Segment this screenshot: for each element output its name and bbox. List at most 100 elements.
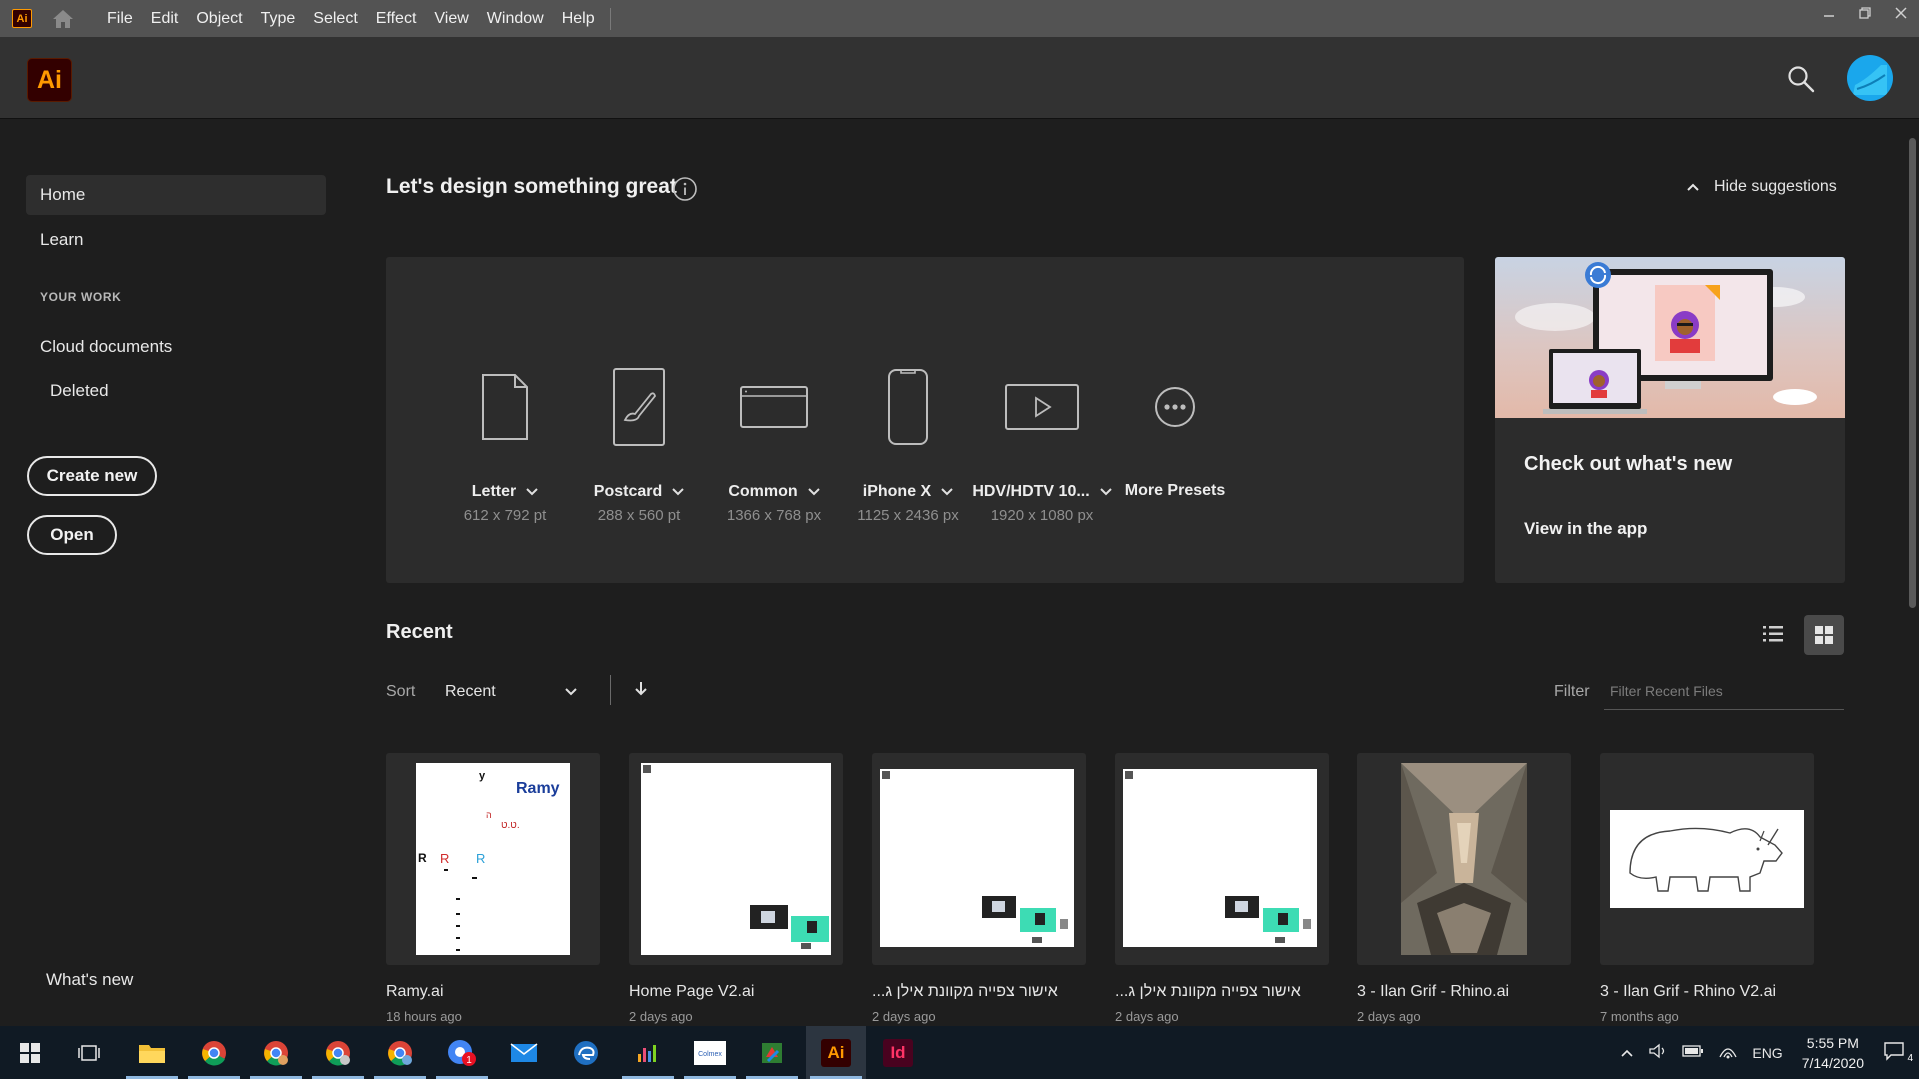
notification-center-icon[interactable]: 4 (1876, 1041, 1919, 1064)
info-icon[interactable] (672, 176, 698, 202)
preset-common[interactable]: Common 1366 x 768 px (699, 257, 849, 583)
menu-type[interactable]: Type (252, 0, 305, 37)
preset-postcard[interactable]: Postcard 288 x 560 pt (564, 257, 714, 583)
file-thumbnail (1357, 753, 1571, 965)
postcard-brush-icon (564, 357, 714, 457)
chevron-up-icon[interactable] (1613, 1045, 1641, 1061)
clock-time: 5:55 PM (1806, 1034, 1859, 1051)
file-date: 2 days ago (872, 1009, 936, 1024)
menu-object[interactable]: Object (187, 0, 251, 37)
clock-date: 7/14/2020 (1801, 1054, 1864, 1071)
menu-effect[interactable]: Effect (367, 0, 426, 37)
file-name: 3 - Ilan Grif - Rhino V2.ai (1600, 983, 1777, 1000)
sidebar-item-whats-new[interactable]: What's new (26, 960, 326, 1000)
sidebar-item-cloud-documents[interactable]: Cloud documents (26, 327, 326, 367)
illustrator-taskbar-icon[interactable]: Ai (806, 1026, 866, 1079)
preset-iphone-x[interactable]: iPhone X 1125 x 2436 px (833, 257, 983, 583)
file-date: 2 days ago (629, 1009, 693, 1024)
menu-view[interactable]: View (425, 0, 477, 37)
menu-edit[interactable]: Edit (142, 0, 188, 37)
chevron-down-icon[interactable] (807, 483, 820, 501)
whats-new-illustration (1495, 257, 1845, 418)
phone-icon (833, 357, 983, 457)
windows-start-icon[interactable] (0, 1026, 60, 1079)
menu-window[interactable]: Window (478, 0, 553, 37)
file-date: 18 hours ago (386, 1009, 462, 1024)
create-new-button[interactable]: Create new (27, 456, 157, 496)
sidebar-item-learn[interactable]: Learn (26, 220, 326, 260)
colmex-app-icon[interactable]: Colmex (680, 1026, 740, 1079)
list-view-icon[interactable] (1754, 615, 1792, 653)
preset-hdv-hdtv[interactable]: HDV/HDTV 10... 1920 x 1080 px (967, 257, 1117, 583)
filter-input[interactable] (1604, 672, 1844, 710)
preset-letter[interactable]: Letter 612 x 792 pt (430, 257, 580, 583)
grid-view-icon[interactable] (1804, 615, 1844, 655)
video-play-icon (967, 357, 1117, 457)
chevron-down-icon[interactable] (526, 483, 538, 501)
app-header: Ai (0, 37, 1919, 119)
file-thumbnail: y Ramy ה ט.ט. R R R (386, 753, 600, 965)
illustrator-logo: Ai (27, 58, 72, 102)
volume-icon[interactable] (1641, 1043, 1675, 1062)
sort-direction-icon[interactable] (631, 678, 651, 702)
svg-text:y: y (479, 770, 486, 782)
chrome-notification-icon[interactable]: 1 (432, 1026, 492, 1079)
system-clock[interactable]: 5:55 PM 7/14/2020 (1790, 1033, 1876, 1073)
chevron-down-icon[interactable] (672, 483, 684, 501)
chrome-profile-icon[interactable] (308, 1026, 368, 1079)
hide-suggestions-toggle[interactable]: Hide suggestions (1686, 178, 1837, 196)
open-button[interactable]: Open (27, 515, 117, 555)
sidebar: Home Learn YOUR WORK Cloud documents Del… (0, 120, 340, 1026)
task-view-icon[interactable] (60, 1026, 120, 1079)
file-thumbnail (1115, 753, 1329, 965)
chevron-up-icon (1687, 183, 1699, 191)
chevron-down-icon[interactable] (941, 483, 953, 501)
search-icon[interactable] (1786, 64, 1816, 94)
file-name: Ramy.ai (386, 983, 444, 1000)
whats-new-card[interactable]: Check out what's new View in the app (1495, 257, 1845, 583)
sort-divider (610, 675, 611, 705)
preset-size: 1920 x 1080 px (990, 507, 1094, 524)
file-explorer-icon[interactable] (122, 1026, 182, 1079)
sidebar-item-home[interactable]: Home (26, 175, 326, 215)
equalizer-app-icon[interactable] (618, 1026, 678, 1079)
language-indicator[interactable]: ENG (1745, 1045, 1789, 1061)
file-thumbnail (629, 753, 843, 965)
sidebar-item-deleted[interactable]: Deleted (26, 371, 326, 411)
sort-value: Recent (445, 683, 496, 700)
transfer-app-icon[interactable] (742, 1026, 802, 1079)
mail-icon[interactable] (494, 1026, 554, 1079)
indesign-taskbar-icon[interactable]: Id (868, 1026, 928, 1079)
menu-items: File Edit Object Type Select Effect View… (98, 0, 604, 37)
page-title: Let's design something great (386, 175, 677, 198)
edge-browser-icon[interactable] (556, 1026, 616, 1079)
menu-select[interactable]: Select (304, 0, 366, 37)
menu-file[interactable]: File (98, 0, 142, 37)
wifi-icon[interactable] (1711, 1043, 1745, 1062)
svg-text:R: R (440, 851, 449, 866)
restore-icon[interactable] (1847, 0, 1883, 26)
avatar[interactable] (1847, 55, 1893, 101)
file-thumbnail (872, 753, 1086, 965)
minimize-icon[interactable] (1811, 0, 1847, 26)
file-name: ...אישור צפייה מקוונת אילן ג (872, 983, 1058, 1000)
indesign-taskbar-label: Id (883, 1038, 913, 1067)
menu-help[interactable]: Help (553, 0, 604, 37)
battery-icon[interactable] (1675, 1044, 1711, 1061)
preset-size: 288 x 560 pt (597, 507, 681, 524)
preset-more[interactable]: More Presets (1100, 257, 1250, 583)
file-name: Home Page V2.ai (629, 983, 755, 1000)
preset-name: iPhone X (862, 483, 932, 500)
main-scrollbar[interactable] (1906, 120, 1919, 1026)
preset-size: 1366 x 768 px (726, 507, 822, 524)
presets-panel: Letter 612 x 792 pt Postcard 288 x 560 p… (386, 257, 1464, 583)
chrome-icon[interactable] (184, 1026, 244, 1079)
home-icon[interactable] (50, 8, 76, 30)
close-icon[interactable] (1883, 0, 1919, 26)
view-in-app-link[interactable]: View in the app (1524, 519, 1647, 539)
scrollbar-thumb[interactable] (1909, 138, 1916, 608)
sort-dropdown[interactable]: Recent (445, 675, 583, 709)
chevron-down-icon (565, 688, 577, 696)
chrome-profile-icon[interactable] (246, 1026, 306, 1079)
chrome-profile-icon[interactable] (370, 1026, 430, 1079)
